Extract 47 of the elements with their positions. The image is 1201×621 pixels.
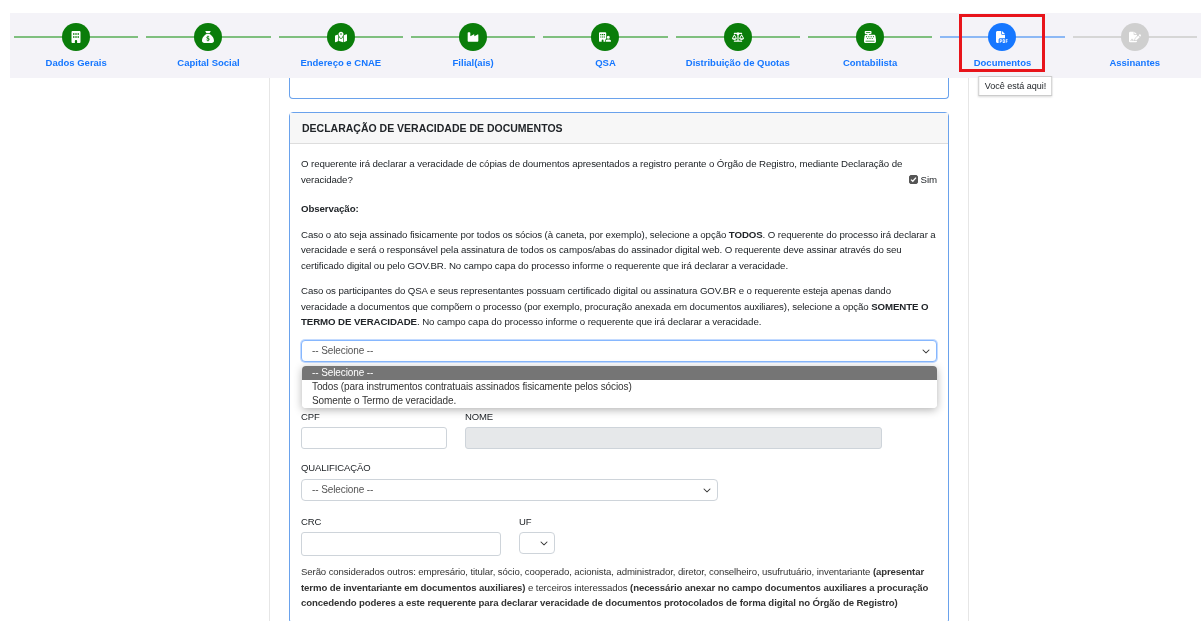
money-bag-icon <box>202 31 215 43</box>
step-label[interactable]: Dados Gerais <box>45 57 107 68</box>
map-pin-icon <box>334 31 347 43</box>
cash-register-icon <box>864 31 877 43</box>
field-label: UF <box>519 514 533 529</box>
signature-file-icon <box>1128 31 1141 43</box>
step-label[interactable]: Assinantes <box>1109 57 1161 68</box>
step-label[interactable]: Endereço e CNAE <box>300 57 382 68</box>
step-circle[interactable] <box>591 23 620 51</box>
paragraph: Caso o ato seja assinado fisicamente por todos os sócios (à caneta, por exemplo), selecione a opção TODOS. O requerente do processo irá declarar a veracidade e será o responsável pela assinatura de todos os campos/abas do assinador digital web. O requerente deve assinar através do seu certificado digital ou pelo GOV.BR. No campo capa do processo informe o requerente que irá declarar a veracidade. <box>301 227 937 273</box>
step-label[interactable]: Contabilista <box>842 57 898 68</box>
question-text: O requerente irá declarar a veracidade de cópias de doumentos apresentados a registro perante o Órgão de Registro, mediante Declaração de veracidade? <box>301 157 904 187</box>
select-field[interactable]: -- Selecione -- <box>301 478 718 501</box>
field-label: CRC <box>301 514 323 529</box>
factory-icon <box>467 31 480 43</box>
note-text: Serão considerados outros: empresário, titular, sócio, cooperado, acionista, administrador, diretor, conselheiro, usufrutuário, inventariante (apresentar termo de inventariante em documentos auxiliares) e terceiros interessados (necessário anexar no campo documentos auxiliares a procuração concedendo poderes a este requerente para declarar veracidade de documentos protocolados de forma digital no Órgão de Registro) <box>301 565 930 610</box>
step-label[interactable]: Capital Social <box>177 57 240 68</box>
dropdown-option[interactable]: -- Selecione -- <box>302 365 937 380</box>
step-label[interactable]: Distribuição de Quotas <box>685 57 790 68</box>
step-circle[interactable] <box>62 23 91 51</box>
checkbox-label: Sim <box>920 172 937 187</box>
observation-title: Observação: <box>301 202 360 216</box>
input-field[interactable] <box>301 532 501 556</box>
paragraph: Caso os participantes do QSA e seus representantes possuam certificado digital ou assinatura GOV.BR e o requerente esteja apenas dando veracidade a documentos que compõem o processo (por exemplo, procuração anexada em documentos auxiliares), selecione a opção SOMENTE O TERMO DE VERACIDADE. No campo capa do processo informe o requerente que irá declarar a veracidade. <box>301 284 930 329</box>
document-icon <box>996 31 1009 43</box>
step-label[interactable]: QSA <box>595 57 616 68</box>
tooltip: Você está aqui! <box>978 76 1053 96</box>
caret-icon <box>540 539 548 547</box>
select-field[interactable] <box>519 532 555 554</box>
building-icon <box>70 31 83 43</box>
card-title: DECLARAÇÃO DE VERACIDADE DE DOCUMENTOS <box>290 113 948 144</box>
step-circle[interactable] <box>326 23 355 51</box>
step-circle[interactable] <box>723 23 752 51</box>
step-label[interactable]: Documentos <box>973 57 1032 68</box>
step-circle[interactable] <box>459 23 488 51</box>
step-circle[interactable] <box>194 23 223 51</box>
step-circle[interactable] <box>856 23 885 51</box>
scale-icon <box>731 31 744 43</box>
field-label: QUALIFICAÇÃO <box>301 461 372 475</box>
select-field[interactable]: -- Selecione -- <box>301 339 937 362</box>
checkbox[interactable] <box>908 175 918 184</box>
field-label: NOME <box>465 409 495 424</box>
field-label: CPF <box>301 409 321 424</box>
step-label[interactable]: Filial(ais) <box>452 57 494 68</box>
step-circle[interactable] <box>988 23 1017 51</box>
building-person-icon <box>599 31 612 43</box>
input-field[interactable] <box>301 427 447 449</box>
